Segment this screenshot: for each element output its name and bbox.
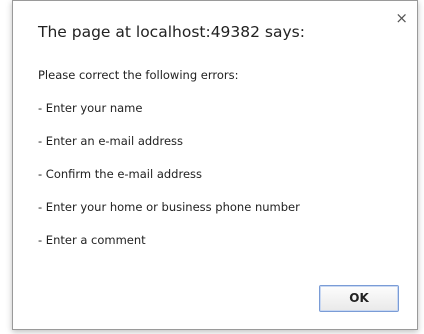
error-item: - Enter your home or business phone numb…	[38, 200, 300, 214]
ok-button[interactable]: OK	[319, 285, 399, 312]
dialog-message: Please correct the following errors: - E…	[38, 67, 300, 265]
error-item: - Enter an e-mail address	[38, 134, 184, 148]
close-icon[interactable]: ×	[395, 11, 408, 26]
message-header: Please correct the following errors:	[38, 68, 239, 82]
error-item: - Enter your name	[38, 101, 143, 115]
error-item: - Confirm the e-mail address	[38, 167, 203, 181]
alert-dialog: × The page at localhost:49382 says: Plea…	[12, 0, 418, 330]
error-item: - Enter a comment	[38, 233, 146, 247]
dialog-title: The page at localhost:49382 says:	[38, 23, 305, 41]
